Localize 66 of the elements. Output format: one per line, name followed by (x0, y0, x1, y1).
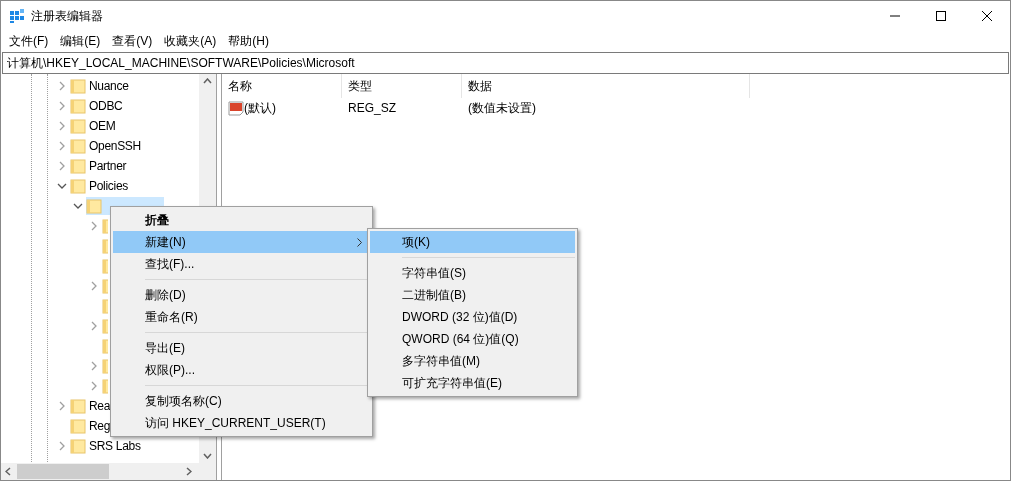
menu-item[interactable]: 项(K) (370, 231, 575, 253)
table-cell-text: REG_SZ (347, 100, 397, 117)
string-value-icon (228, 100, 244, 116)
menu-item[interactable]: 可扩充字符串值(E) (370, 372, 575, 394)
maximize-icon (936, 11, 946, 21)
menu-item[interactable]: 导出(E) (113, 337, 370, 359)
folder-icon (86, 198, 102, 214)
menu-item[interactable]: 收藏夹(A) (158, 32, 223, 50)
folder-icon (70, 418, 86, 434)
scroll-up-icon[interactable] (203, 78, 212, 84)
folder-icon (102, 238, 108, 254)
menu-item[interactable]: 访问 HKEY_CURRENT_USER(T) (113, 412, 370, 434)
window-title: 注册表编辑器 (31, 8, 103, 25)
menu-item[interactable]: 折叠 (113, 209, 370, 231)
menu-item[interactable]: 字符串值(S) (370, 262, 575, 284)
folder-icon (70, 398, 86, 414)
column-header[interactable]: 名称 (222, 74, 342, 98)
tree-item[interactable]: Policies (70, 177, 132, 195)
folder-icon (70, 98, 86, 114)
folder-icon (70, 178, 86, 194)
folder-icon (102, 378, 108, 394)
close-icon (982, 11, 992, 21)
scroll-right-icon[interactable] (186, 467, 192, 476)
folder-icon (102, 278, 108, 294)
folder-icon (70, 118, 86, 134)
menu-item[interactable]: 多字符串值(M) (370, 350, 575, 372)
scroll-down-icon[interactable] (203, 453, 212, 459)
folder-icon (102, 218, 108, 234)
menu-item[interactable]: 帮助(H) (222, 32, 275, 50)
tree-item[interactable]: Rea (70, 397, 115, 415)
folder-icon (70, 78, 86, 94)
menu-item[interactable]: DWORD (32 位)值(D) (370, 306, 575, 328)
menu-item[interactable]: 查找(F)... (113, 253, 370, 275)
registry-app-icon (9, 8, 25, 24)
menu-item[interactable]: 复制项名称(C) (113, 390, 370, 412)
scrollbar-thumb[interactable] (17, 464, 109, 479)
menu-item[interactable]: 重命名(R) (113, 306, 370, 328)
folder-icon (102, 258, 108, 274)
folder-icon (70, 158, 86, 174)
tree-item[interactable]: Nuance (70, 77, 133, 95)
tree-item[interactable]: Reg (70, 417, 115, 435)
folder-icon (102, 358, 108, 374)
menu-item[interactable]: 文件(F) (3, 32, 55, 50)
scroll-left-icon[interactable] (5, 467, 11, 476)
tree-item[interactable]: ODBC (70, 97, 127, 115)
menu-item[interactable]: 查看(V) (106, 32, 159, 50)
column-header[interactable]: 类型 (342, 74, 462, 98)
tree-item[interactable]: OpenSSH (70, 137, 145, 155)
table-cell-text: (数值未设置) (467, 100, 537, 117)
menu-item[interactable]: 权限(P)... (113, 359, 370, 381)
tree-item[interactable]: Partner (70, 157, 131, 175)
menu-item[interactable]: QWORD (64 位)值(Q) (370, 328, 575, 350)
value-name: (默认) (244, 100, 276, 117)
tree-item[interactable]: OEM (70, 117, 120, 135)
folder-icon (102, 298, 108, 314)
menu-item[interactable]: 二进制值(B) (370, 284, 575, 306)
menu-item[interactable]: 编辑(E) (54, 32, 107, 50)
column-header[interactable]: 数据 (462, 74, 750, 98)
folder-icon (70, 438, 86, 454)
folder-icon (102, 318, 108, 334)
folder-icon (70, 138, 86, 154)
folder-icon (102, 338, 108, 354)
menu-item[interactable]: 新建(N) (113, 231, 370, 253)
menu-item[interactable]: 删除(D) (113, 284, 370, 306)
tree-item[interactable]: SRS Labs (70, 437, 145, 455)
horizontal-scrollbar[interactable] (1, 463, 216, 480)
